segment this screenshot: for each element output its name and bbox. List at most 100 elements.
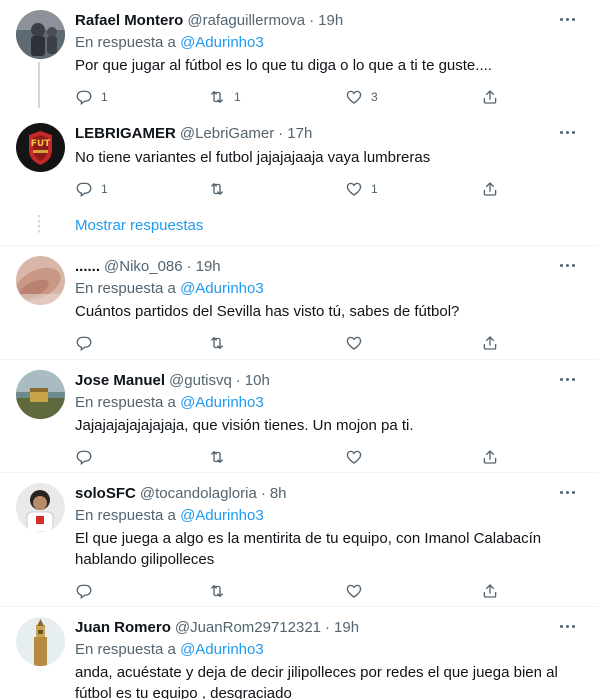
more-options-icon[interactable]: [560, 258, 578, 272]
tweet-header: ...... @Niko_086 · 19h: [75, 256, 584, 276]
reply-icon: [75, 180, 93, 198]
like-button[interactable]: [345, 581, 363, 601]
thread-connector: [38, 62, 40, 108]
tweet-header: Jose Manuel @gutisvq · 10h: [75, 370, 584, 390]
like-button[interactable]: [345, 333, 363, 353]
share-icon: [481, 582, 499, 600]
mention-link[interactable]: @Adurinho3: [180, 394, 264, 411]
replying-to-label: En respuesta a: [75, 641, 176, 658]
tweet-text: Cuántos partidos del Sevilla has visto t…: [75, 303, 460, 320]
timestamp[interactable]: 19h: [318, 12, 343, 29]
reply-button[interactable]: [75, 581, 93, 601]
tweet-actions: 1 1: [75, 179, 584, 199]
author-name[interactable]: Jose Manuel: [75, 372, 165, 389]
share-button[interactable]: [481, 447, 499, 467]
separator-dot: ·: [186, 257, 192, 275]
replying-to: En respuesta a @Adurinho3: [75, 393, 584, 413]
like-icon: [345, 448, 363, 466]
avatar[interactable]: FUT: [16, 123, 65, 172]
like-count: 1: [371, 182, 378, 196]
like-button[interactable]: [345, 447, 363, 467]
tweet-text: Jajajajajajajajaja, que visión tienes. U…: [75, 417, 414, 434]
replying-to: En respuesta a @Adurinho3: [75, 640, 584, 660]
retweet-icon: [208, 448, 226, 466]
timestamp[interactable]: 17h: [287, 125, 312, 142]
share-button[interactable]: [481, 333, 499, 353]
author-name[interactable]: soloSFC: [75, 485, 136, 502]
reply-button[interactable]: [75, 333, 93, 353]
reply-icon: [75, 334, 93, 352]
reply-count: 1: [101, 182, 108, 196]
reply-count: 1: [101, 90, 108, 104]
more-options-icon[interactable]: [560, 619, 578, 633]
reply-icon: [75, 582, 93, 600]
tweet-actions: 1 1 3: [75, 87, 584, 107]
retweet-icon: [208, 88, 226, 106]
author-handle[interactable]: @JuanRom29712321: [175, 619, 321, 636]
thread-dots: [38, 215, 40, 233]
replying-to-label: En respuesta a: [75, 280, 176, 297]
retweet-button[interactable]: [208, 333, 226, 353]
avatar-logo-text: FUT: [30, 139, 51, 149]
timestamp[interactable]: 19h: [334, 619, 359, 636]
retweet-button[interactable]: [208, 581, 226, 601]
share-button[interactable]: [481, 87, 499, 107]
author-handle[interactable]: @rafaguillermova: [187, 12, 305, 29]
tweet-actions: [75, 447, 584, 467]
share-button[interactable]: [481, 581, 499, 601]
avatar[interactable]: [16, 256, 65, 305]
avatar[interactable]: [16, 617, 65, 666]
retweet-icon: [208, 582, 226, 600]
author-name[interactable]: Juan Romero: [75, 619, 171, 636]
author-handle[interactable]: @Niko_086: [104, 258, 183, 275]
divider: [0, 606, 598, 607]
avatar[interactable]: [16, 370, 65, 419]
author-handle[interactable]: @tocandolagloria: [140, 485, 257, 502]
reply-button[interactable]: 1: [75, 179, 108, 199]
tweet-actions: [75, 333, 584, 353]
share-button[interactable]: [481, 179, 499, 199]
share-icon: [481, 448, 499, 466]
author-name[interactable]: Rafael Montero: [75, 12, 183, 29]
retweet-icon: [208, 180, 226, 198]
like-icon: [345, 582, 363, 600]
avatar[interactable]: [16, 483, 65, 532]
tweet-header: Juan Romero @JuanRom29712321 · 19h: [75, 617, 584, 637]
share-icon: [481, 334, 499, 352]
timestamp[interactable]: 19h: [196, 258, 221, 275]
mention-link[interactable]: @Adurinho3: [180, 280, 264, 297]
like-button[interactable]: 1: [345, 179, 378, 199]
replying-to: En respuesta a @Adurinho3: [75, 33, 584, 53]
retweet-count: 1: [234, 90, 241, 104]
more-options-icon[interactable]: [560, 125, 578, 139]
timestamp[interactable]: 8h: [270, 485, 287, 502]
mention-link[interactable]: @Adurinho3: [180, 507, 264, 524]
author-name[interactable]: ......: [75, 258, 100, 275]
reply-icon: [75, 448, 93, 466]
like-icon: [345, 334, 363, 352]
avatar[interactable]: [16, 10, 65, 59]
like-button[interactable]: 3: [345, 87, 378, 107]
retweet-icon: [208, 334, 226, 352]
more-options-icon[interactable]: [560, 372, 578, 386]
tweet-text: Por que jugar al fútbol es lo que tu dig…: [75, 57, 492, 74]
author-handle[interactable]: @LebriGamer: [180, 125, 274, 142]
separator-dot: ·: [309, 11, 315, 29]
mention-link[interactable]: @Adurinho3: [180, 34, 264, 51]
show-replies-link[interactable]: Mostrar respuestas: [75, 217, 203, 234]
mention-link[interactable]: @Adurinho3: [180, 641, 264, 658]
retweet-button[interactable]: [208, 179, 234, 199]
replying-to: En respuesta a @Adurinho3: [75, 279, 584, 299]
like-icon: [345, 88, 363, 106]
author-handle[interactable]: @gutisvq: [169, 372, 232, 389]
more-options-icon[interactable]: [560, 485, 578, 499]
reply-button[interactable]: [75, 447, 93, 467]
reply-button[interactable]: 1: [75, 87, 108, 107]
timestamp[interactable]: 10h: [245, 372, 270, 389]
retweet-button[interactable]: [208, 447, 226, 467]
author-name[interactable]: LEBRIGAMER: [75, 125, 176, 142]
retweet-button[interactable]: 1: [208, 87, 241, 107]
separator-dot: ·: [260, 484, 266, 502]
tweet-text: anda, acuéstate y deja de decir jilipoll…: [75, 664, 558, 699]
more-options-icon[interactable]: [560, 12, 578, 26]
